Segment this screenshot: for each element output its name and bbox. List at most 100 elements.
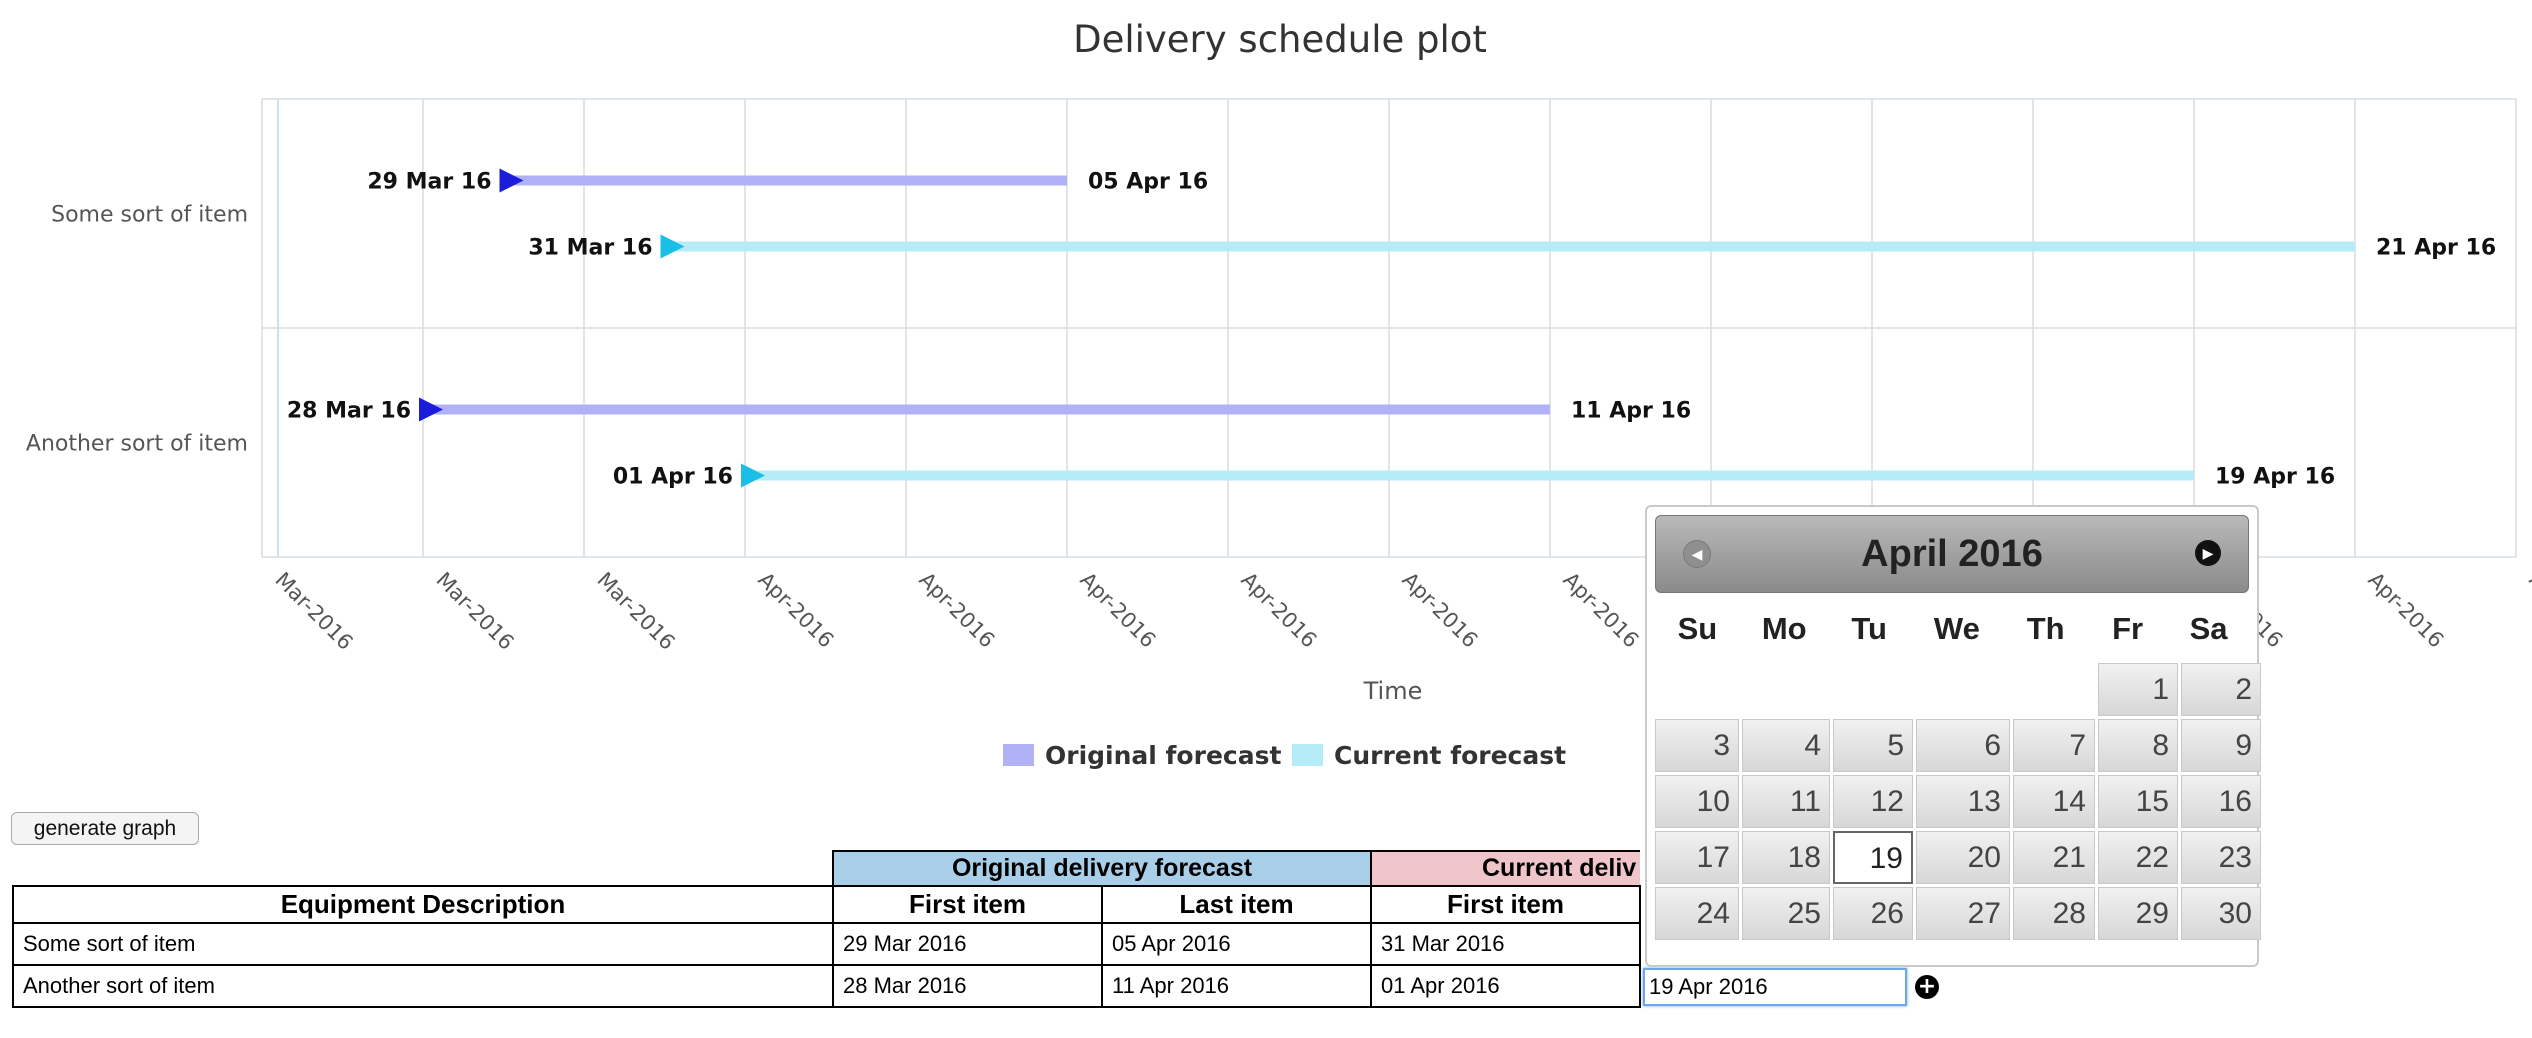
datepicker-day[interactable]: 24 xyxy=(1655,887,1739,940)
x-tick-label: Apr-2016 xyxy=(1558,568,1643,653)
datepicker-day[interactable]: 26 xyxy=(1833,887,1913,940)
x-tick-label: Mar-2016 xyxy=(592,568,679,655)
datepicker-popup: ◀ April 2016 ▶ Su Mo Tu We Th Fr Sa 1234567891… xyxy=(1645,505,2261,967)
datepicker-day[interactable]: 10 xyxy=(1655,775,1739,828)
x-tick-label: Apr-2016 xyxy=(914,568,999,653)
x-axis-title: Time xyxy=(1363,677,1423,705)
x-tick-label: Apr-2016 xyxy=(1236,568,1321,653)
datepicker-day[interactable]: 4 xyxy=(1742,719,1830,772)
generate-graph-button[interactable]: generate graph xyxy=(11,812,199,845)
legend-swatch[interactable] xyxy=(1292,744,1323,766)
table-row: Another sort of item 28 Mar 2016 11 Apr … xyxy=(12,964,1641,1008)
chart-title: Delivery schedule plot xyxy=(1073,18,1487,61)
datepicker-day[interactable]: 7 xyxy=(2013,719,2095,772)
cell-description[interactable]: Some sort of item xyxy=(12,922,834,966)
datepicker-day[interactable]: 20 xyxy=(1916,831,2010,884)
data-label-end: 05 Apr 16 xyxy=(1088,170,1208,195)
table-group-header-row: Original delivery forecast Current deliv xyxy=(13,850,1640,887)
data-label-start: 28 Mar 16 xyxy=(287,399,411,424)
x-tick-label: Apr-2016 xyxy=(1397,568,1482,653)
legend-swatch[interactable] xyxy=(1003,744,1034,766)
col-header-curr-first: First item xyxy=(1370,885,1641,924)
cell-curr-first[interactable]: 01 Apr 2016 xyxy=(1370,964,1641,1008)
datepicker-day[interactable]: 1 xyxy=(2098,663,2178,716)
cell-curr-first[interactable]: 31 Mar 2016 xyxy=(1370,922,1641,966)
current-last-date-input[interactable] xyxy=(1643,968,1907,1006)
datepicker-weekdays: Su Mo Tu We Th Fr Sa xyxy=(1655,603,2249,655)
x-tick-label: Apr-2016 xyxy=(2363,568,2448,653)
cell-orig-first[interactable]: 29 Mar 2016 xyxy=(832,922,1103,966)
cell-orig-first[interactable]: 28 Mar 2016 xyxy=(832,964,1103,1008)
datepicker-day[interactable]: 29 xyxy=(2098,887,2178,940)
weekday-label: Su xyxy=(1677,611,1718,646)
x-tick-label: Mar-2016 xyxy=(431,568,518,655)
datepicker-day[interactable]: 23 xyxy=(2181,831,2261,884)
datepicker-day[interactable]: 13 xyxy=(1916,775,2010,828)
weekday-label: Tu xyxy=(1851,611,1887,646)
datepicker-day[interactable]: 11 xyxy=(1742,775,1830,828)
legend: Original forecast Current forecast xyxy=(1003,741,1566,770)
datepicker-day[interactable]: 2 xyxy=(2181,663,2261,716)
datepicker-day[interactable]: 12 xyxy=(1833,775,1913,828)
datepicker-header: ◀ April 2016 ▶ xyxy=(1655,515,2249,593)
datepicker-day[interactable]: 22 xyxy=(2098,831,2178,884)
weekday-label: Sa xyxy=(2189,611,2228,646)
series-bar xyxy=(423,404,1550,415)
table-header-row: Equipment Description First item Last it… xyxy=(12,885,1641,924)
data-label-end: 11 Apr 16 xyxy=(1571,399,1691,424)
delivery-table: Original delivery forecast Current deliv… xyxy=(12,850,1641,1008)
legend-label[interactable]: Current forecast xyxy=(1334,741,1566,770)
datepicker-day[interactable]: 30 xyxy=(2181,887,2261,940)
datepicker-day[interactable]: 5 xyxy=(1833,719,1913,772)
datepicker-day[interactable]: 15 xyxy=(2098,775,2178,828)
x-tick-label: Apr-2016 xyxy=(2524,568,2532,653)
category-label: Some sort of item xyxy=(51,203,248,228)
data-label-end: 19 Apr 16 xyxy=(2215,465,2335,490)
datepicker-day[interactable]: 14 xyxy=(2013,775,2095,828)
cell-description[interactable]: Another sort of item xyxy=(12,964,834,1008)
col-header-description: Equipment Description xyxy=(12,885,834,924)
datepicker-day-selected[interactable]: 19 xyxy=(1833,831,1913,884)
add-row-icon[interactable]: + xyxy=(1915,975,1939,999)
series-start-marker xyxy=(499,168,524,193)
series-start-marker xyxy=(419,397,443,422)
x-tick-label: Apr-2016 xyxy=(753,568,838,653)
col-header-orig-first: First item xyxy=(832,885,1103,924)
series-bar xyxy=(664,241,2355,252)
datepicker-empty-cell xyxy=(1742,663,1830,716)
datepicker-day[interactable]: 27 xyxy=(1916,887,2010,940)
data-label-start: 31 Mar 16 xyxy=(528,236,652,261)
series-start-marker xyxy=(660,234,685,259)
datepicker-empty-cell xyxy=(1655,663,1739,716)
weekday-label: We xyxy=(1933,611,1980,646)
current-forecast-group-header: Current deliv xyxy=(1370,850,1640,887)
datepicker-empty-cell xyxy=(1833,663,1913,716)
datepicker-empty-cell xyxy=(2013,663,2095,716)
chevron-right-icon[interactable]: ▶ xyxy=(2195,540,2221,566)
datepicker-day[interactable]: 3 xyxy=(1655,719,1739,772)
table-row: Some sort of item 29 Mar 2016 05 Apr 201… xyxy=(12,922,1641,966)
data-label-end: 21 Apr 16 xyxy=(2376,236,2496,261)
datepicker-day[interactable]: 17 xyxy=(1655,831,1739,884)
x-tick-label: Apr-2016 xyxy=(1075,568,1160,653)
data-label-start: 01 Apr 16 xyxy=(613,465,733,490)
category-label: Another sort of item xyxy=(26,432,248,457)
datepicker-day[interactable]: 21 xyxy=(2013,831,2095,884)
data-label-start: 29 Mar 16 xyxy=(367,170,491,195)
datepicker-empty-cell xyxy=(1916,663,2010,716)
datepicker-day[interactable]: 16 xyxy=(2181,775,2261,828)
series-bar xyxy=(745,470,2194,481)
datepicker-day[interactable]: 9 xyxy=(2181,719,2261,772)
datepicker-month-title: April 2016 xyxy=(1861,533,2043,575)
series-bar xyxy=(503,175,1067,186)
weekday-label: Mo xyxy=(1761,611,1807,646)
datepicker-day[interactable]: 18 xyxy=(1742,831,1830,884)
datepicker-day[interactable]: 25 xyxy=(1742,887,1830,940)
cell-orig-last[interactable]: 05 Apr 2016 xyxy=(1101,922,1372,966)
datepicker-day[interactable]: 8 xyxy=(2098,719,2178,772)
legend-label[interactable]: Original forecast xyxy=(1045,741,1281,770)
datepicker-day[interactable]: 28 xyxy=(2013,887,2095,940)
datepicker-day[interactable]: 6 xyxy=(1916,719,2010,772)
table-group-blank xyxy=(13,851,833,886)
cell-orig-last[interactable]: 11 Apr 2016 xyxy=(1101,964,1372,1008)
